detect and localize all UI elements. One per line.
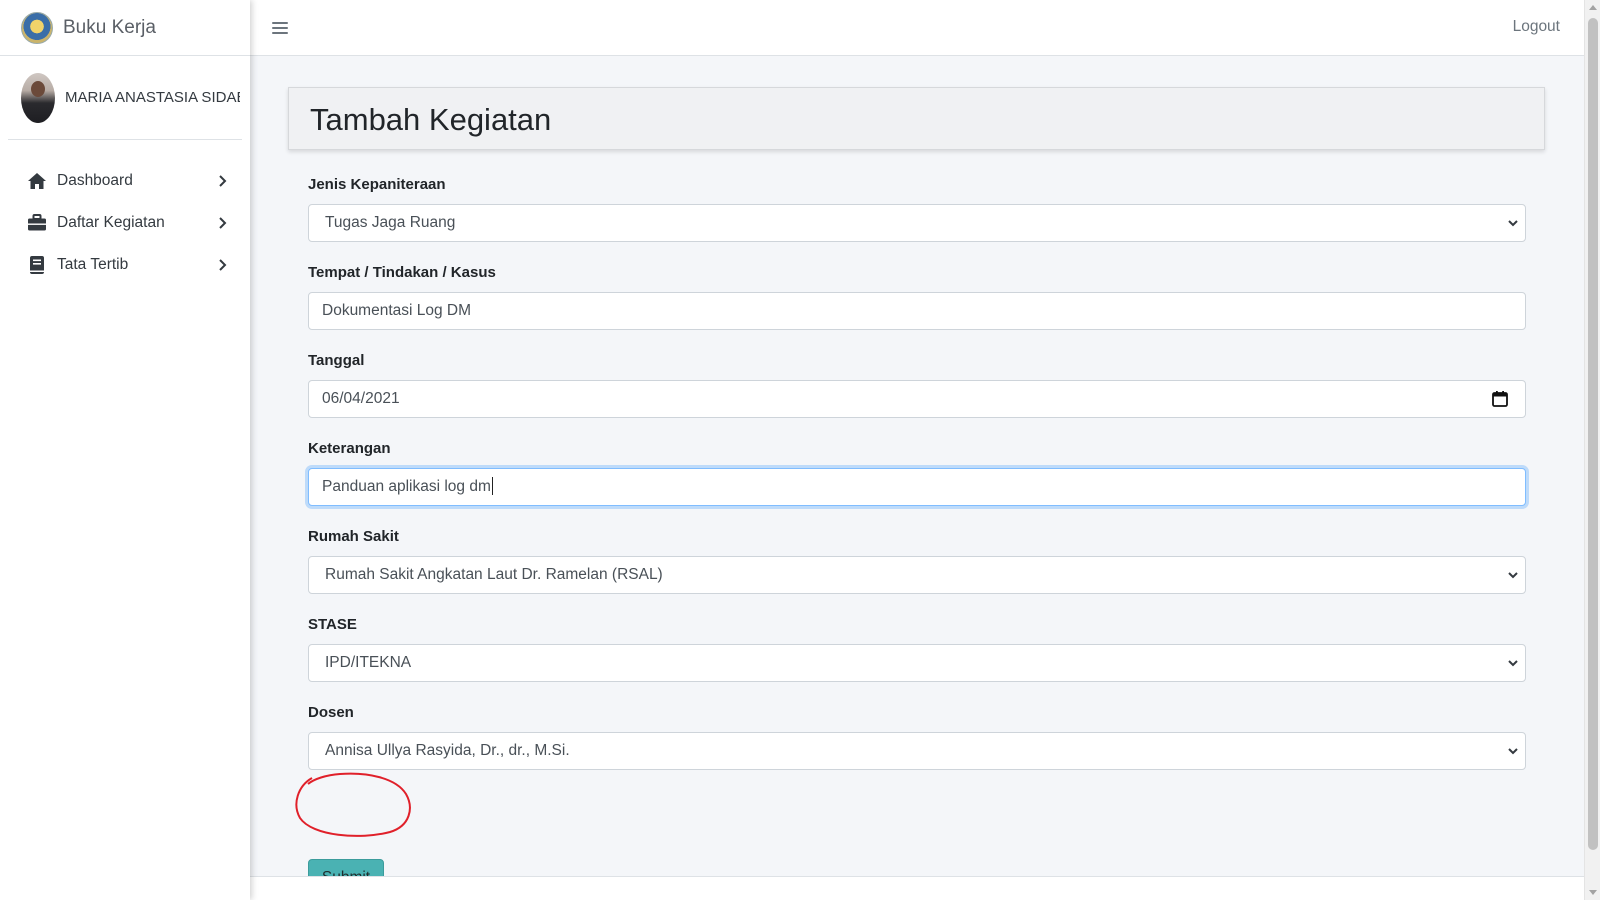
form-group-tanggal: Tanggal 06/04/2021 <box>308 352 1526 440</box>
stase-select[interactable]: IPD/ITEKNA <box>308 644 1526 682</box>
user-name: MARIA ANASTASIA SIDABUTAR <box>65 89 240 106</box>
main-content: Tambah Kegiatan Jenis Kepaniteraan Tugas… <box>250 56 1584 900</box>
sidebar-item-dashboard[interactable]: Dashboard <box>0 160 250 202</box>
keterangan-label: Keterangan <box>308 440 391 457</box>
tanggal-date-input[interactable]: 06/04/2021 <box>308 380 1526 418</box>
select-value: Rumah Sakit Angkatan Laut Dr. Ramelan (R… <box>325 566 663 583</box>
chevron-right-icon <box>216 259 228 271</box>
brand-link[interactable]: Buku Kerja <box>0 0 250 56</box>
select-value: Tugas Jaga Ruang <box>325 214 456 231</box>
form-group-dosen: Dosen Annisa Ullya Rasyida, Dr., dr., M.… <box>308 704 1526 792</box>
chevron-down-icon <box>1508 660 1518 667</box>
page-title: Tambah Kegiatan <box>310 102 552 137</box>
select-value: Annisa Ullya Rasyida, Dr., dr., M.Si. <box>325 742 570 759</box>
user-panel[interactable]: MARIA ANASTASIA SIDABUTAR <box>8 56 242 140</box>
sidebar: Buku Kerja MARIA ANASTASIA SIDABUTAR Das… <box>0 0 250 900</box>
form-group-rumah-sakit: Rumah Sakit Rumah Sakit Angkatan Laut Dr… <box>308 528 1526 616</box>
logout-link[interactable]: Logout <box>1513 18 1560 36</box>
top-navbar: Logout <box>250 0 1584 56</box>
scrollbar-thumb[interactable] <box>1588 18 1598 850</box>
sidebar-item-label: Tata Tertib <box>57 256 129 273</box>
chevron-right-icon <box>216 217 228 229</box>
calendar-icon[interactable] <box>1491 390 1509 408</box>
jenis-kepaniteraan-select[interactable]: Tugas Jaga Ruang <box>308 204 1526 242</box>
jenis-kepaniteraan-label: Jenis Kepaniteraan <box>308 176 446 193</box>
book-icon <box>27 255 47 275</box>
sidebar-item-daftar-kegiatan[interactable]: Daftar Kegiatan <box>0 202 250 244</box>
form-group-keterangan: Keterangan Panduan aplikasi log dm <box>308 440 1526 528</box>
dosen-select[interactable]: Annisa Ullya Rasyida, Dr., dr., M.Si. <box>308 732 1526 770</box>
text-cursor <box>491 476 493 495</box>
chevron-down-icon <box>1508 748 1518 755</box>
select-value: IPD/ITEKNA <box>325 654 412 671</box>
rumah-sakit-select[interactable]: Rumah Sakit Angkatan Laut Dr. Ramelan (R… <box>308 556 1526 594</box>
sidebar-nav: Dashboard Daftar Kegiatan Tata Tertib <box>0 160 250 286</box>
chevron-down-icon <box>1508 572 1518 579</box>
sidebar-item-tata-tertib[interactable]: Tata Tertib <box>0 244 250 286</box>
footer-text-cut-off <box>308 895 1508 900</box>
form-group-tempat: Tempat / Tindakan / Kasus Dokumentasi Lo… <box>308 264 1526 352</box>
stase-label: STASE <box>308 616 357 633</box>
input-value: Panduan aplikasi log dm <box>322 478 491 495</box>
tanggal-label: Tanggal <box>308 352 365 369</box>
tempat-tindakan-kasus-label: Tempat / Tindakan / Kasus <box>308 264 496 281</box>
scroll-up-arrow-icon[interactable] <box>1589 5 1597 10</box>
tempat-tindakan-kasus-input[interactable]: Dokumentasi Log DM <box>308 292 1526 330</box>
input-value: Dokumentasi Log DM <box>322 302 472 319</box>
form-group-stase: STASE IPD/ITEKNA <box>308 616 1526 704</box>
chevron-down-icon <box>1508 220 1518 227</box>
rumah-sakit-label: Rumah Sakit <box>308 528 399 545</box>
input-value: 06/04/2021 <box>322 390 400 407</box>
page-scrollbar[interactable] <box>1584 0 1600 900</box>
briefcase-icon <box>27 213 47 233</box>
avatar <box>21 72 55 123</box>
brand-logo <box>21 11 53 44</box>
form-group-jenis: Jenis Kepaniteraan Tugas Jaga Ruang <box>308 176 1526 264</box>
keterangan-input[interactable]: Panduan aplikasi log dm <box>308 468 1526 506</box>
sidebar-item-label: Daftar Kegiatan <box>57 214 165 231</box>
page-header: Tambah Kegiatan <box>288 87 1545 150</box>
dosen-label: Dosen <box>308 704 354 721</box>
tambah-kegiatan-form: Jenis Kepaniteraan Tugas Jaga Ruang Temp… <box>308 176 1526 896</box>
scroll-down-arrow-icon[interactable] <box>1589 890 1597 895</box>
hamburger-menu-icon[interactable] <box>272 20 288 36</box>
home-icon <box>27 171 47 191</box>
sidebar-item-label: Dashboard <box>57 172 133 189</box>
chevron-right-icon <box>216 175 228 187</box>
brand-name: Buku Kerja <box>63 16 156 38</box>
footer <box>250 876 1584 900</box>
